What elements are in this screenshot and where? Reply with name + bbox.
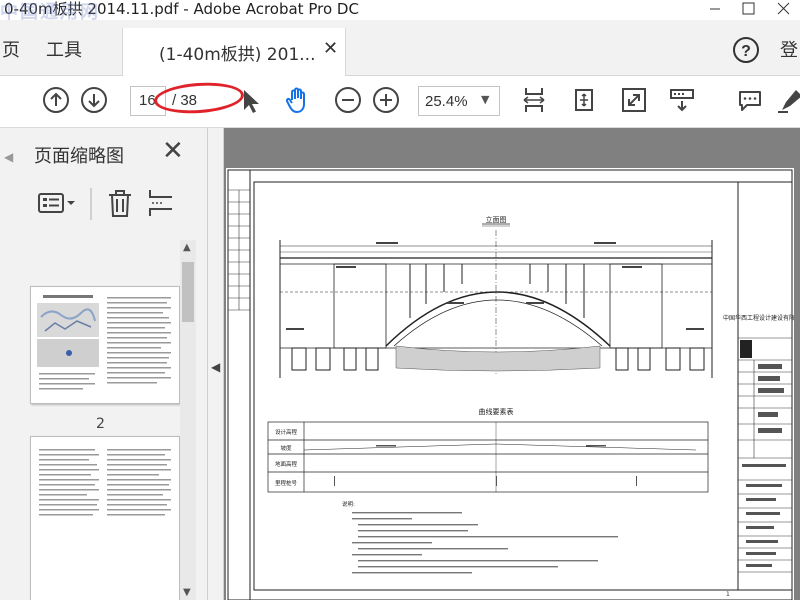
thumbnail-page-3[interactable]: [30, 436, 180, 600]
collapse-arrow-icon[interactable]: ◀: [211, 360, 220, 374]
scroll-down-icon[interactable]: ▼: [183, 587, 191, 598]
panel-title: 页面缩略图: [34, 146, 124, 167]
elevation-title: 立面图: [486, 215, 507, 224]
menu-sign-in[interactable]: 登: [780, 36, 798, 62]
select-cursor-icon[interactable]: [236, 86, 264, 114]
table-row-label: 坡度: [280, 444, 292, 452]
engineering-drawing: 中国华西工程设计建设有限公司: [227, 169, 800, 600]
menu-bar: 页 工具 (1-40m板拱) 201... ✕ ? 登: [0, 20, 800, 76]
title-bar: 0-40m板拱 2014.11.pdf - Adobe Acrobat Pro …: [0, 0, 800, 23]
thumbnails-panel: ◀ 页面缩略图 ✕ 2 ▲ ▼: [0, 128, 208, 600]
table-row-label: 地面高程: [275, 460, 298, 468]
toolbar: 16 / 38 25.4% ▼: [0, 76, 800, 128]
page-total: / 38: [172, 92, 198, 109]
divider: [90, 188, 92, 220]
pdf-page: 中国华西工程设计建设有限公司: [226, 168, 800, 600]
thumbnail-page-label: 2: [96, 416, 105, 432]
zoom-value: 25.4%: [425, 93, 468, 110]
delete-icon[interactable]: [106, 188, 134, 218]
thumbnail-list: [14, 242, 202, 600]
minimize-button[interactable]: [700, 0, 730, 18]
hand-tool-icon[interactable]: [284, 86, 312, 114]
panel-tools: [30, 184, 200, 224]
panel-collapse-strip[interactable]: ◀: [208, 128, 224, 600]
zoom-select[interactable]: 25.4% ▼: [418, 86, 500, 116]
notes-heading: 说明:: [342, 500, 355, 508]
panel-pointer-icon: ◀: [4, 150, 14, 164]
company-name: 中国华西工程设计建设有限公司: [723, 314, 794, 322]
chevron-down-icon: ▼: [481, 93, 490, 106]
curve-table-title: 曲线要素表: [479, 407, 514, 416]
comment-icon[interactable]: [736, 86, 764, 114]
menu-home[interactable]: 页: [2, 36, 20, 62]
next-page-icon[interactable]: [80, 86, 108, 114]
document-view[interactable]: 中国华西工程设计建设有限公司: [224, 128, 800, 600]
thumbnail-page-2[interactable]: [30, 286, 180, 404]
table-row-label: 设计高程: [275, 428, 298, 436]
close-icon[interactable]: ✕: [323, 38, 338, 59]
scrolling-mode-icon[interactable]: [668, 86, 696, 114]
page-footer-number: 1: [726, 591, 730, 598]
document-tab-label: (1-40m板拱) 201...: [159, 45, 316, 65]
close-panel-icon[interactable]: ✕: [162, 138, 184, 164]
zoom-out-icon[interactable]: [334, 86, 362, 114]
maximize-button[interactable]: [734, 0, 764, 18]
full-screen-icon[interactable]: [620, 86, 648, 114]
insert-page-icon[interactable]: [148, 188, 174, 218]
menu-tools[interactable]: 工具: [46, 36, 82, 62]
options-menu-icon[interactable]: [38, 190, 78, 218]
help-icon[interactable]: ?: [732, 36, 760, 64]
window-close-button[interactable]: [768, 0, 798, 18]
page-number-input[interactable]: 16: [130, 86, 166, 116]
scrollbar-thumb[interactable]: [182, 262, 194, 322]
scroll-up-icon[interactable]: ▲: [183, 242, 191, 253]
table-row-label: 里程桩号: [275, 479, 298, 487]
svg-text:?: ?: [741, 43, 751, 60]
previous-page-icon[interactable]: [42, 86, 70, 114]
highlight-pen-icon[interactable]: [776, 86, 800, 114]
fit-page-icon[interactable]: [570, 86, 598, 114]
document-tab[interactable]: (1-40m板拱) 201... ✕: [122, 28, 346, 76]
zoom-in-icon[interactable]: [372, 86, 400, 114]
fit-width-icon[interactable]: [520, 86, 548, 114]
thumbnail-scrollbar[interactable]: ▲ ▼: [180, 240, 196, 600]
